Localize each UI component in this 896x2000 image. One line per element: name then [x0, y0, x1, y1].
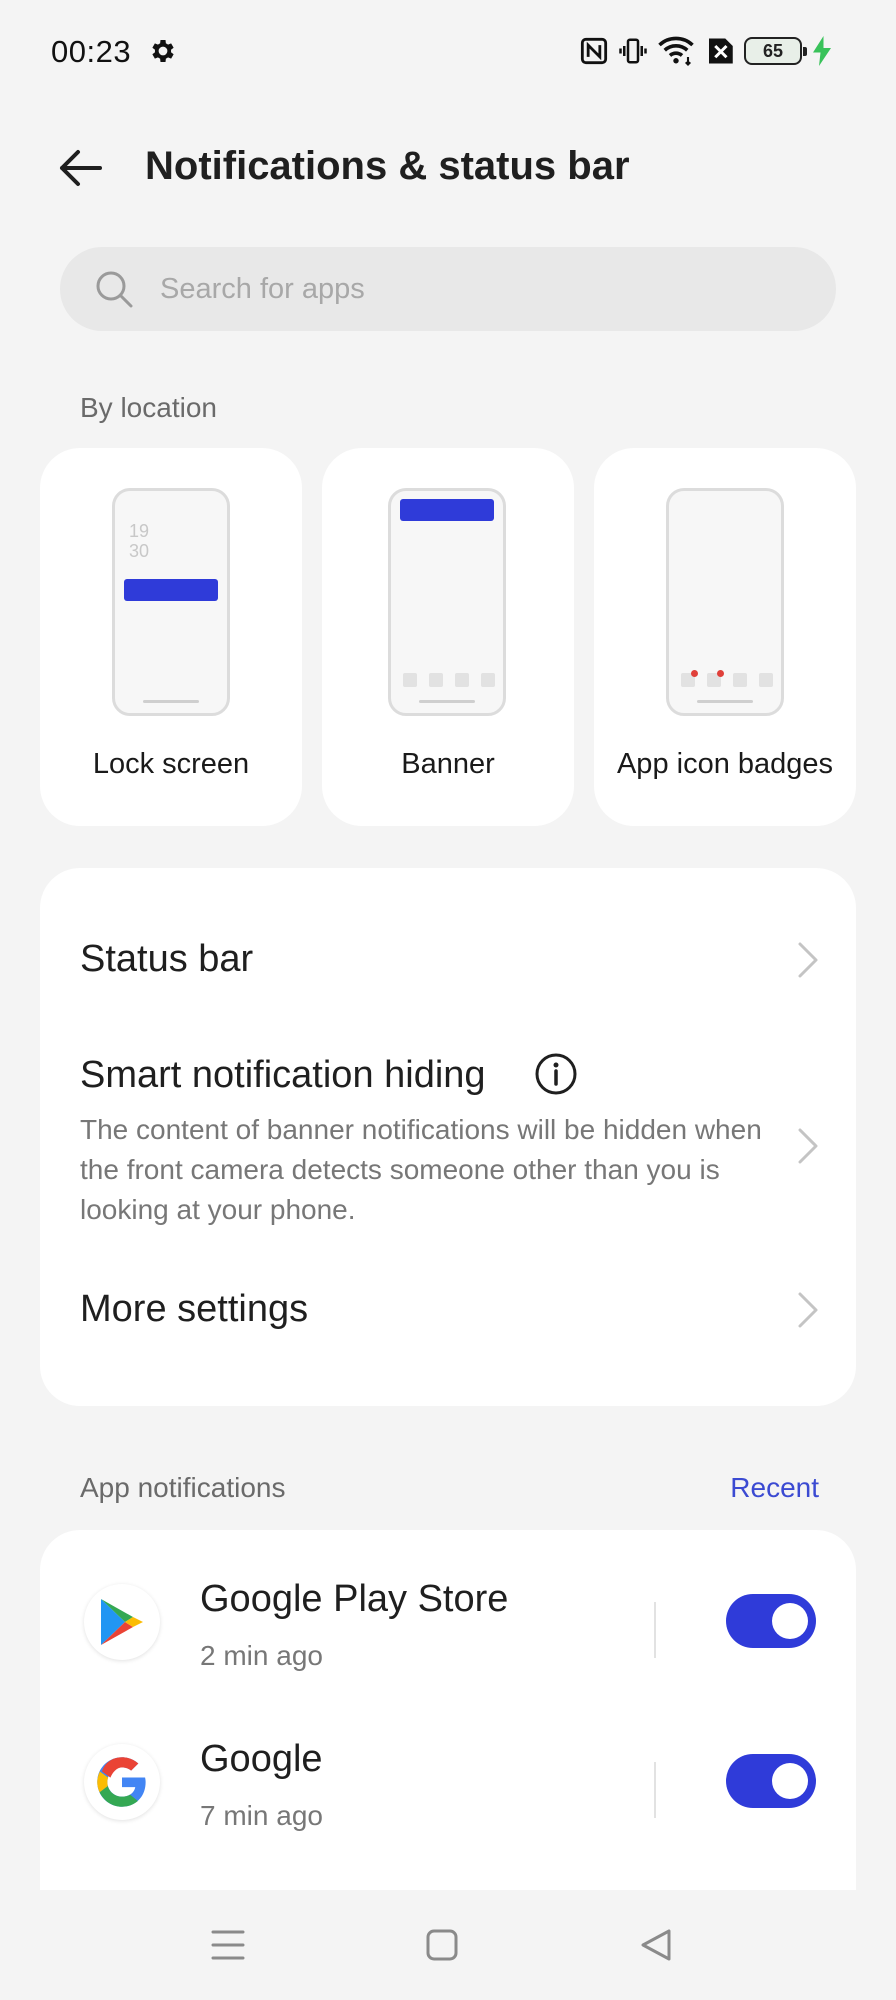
home-button[interactable]: [417, 1920, 467, 1970]
by-location-label: By location: [80, 392, 217, 423]
toggle-knob: [772, 1763, 808, 1799]
menu-icon: [211, 1930, 245, 1960]
banner-preview: [388, 488, 506, 716]
lock-screen-notification-bar: [124, 579, 218, 601]
smart-notification-hiding-description: The content of banner notifications will…: [80, 1114, 762, 1225]
settings-card: Status bar Smart notification hiding The…: [40, 868, 856, 1406]
info-icon[interactable]: [534, 1052, 578, 1096]
google-icon: [84, 1744, 160, 1820]
status-bar-setting[interactable]: Status bar: [40, 898, 856, 1018]
status-bar: 00:23 65: [0, 0, 896, 104]
banner-dock-icons: [403, 673, 495, 687]
badges-dock-icons: [681, 670, 773, 687]
smart-notification-hiding-title: Smart notification hiding: [80, 1054, 486, 1096]
app-notification-toggle[interactable]: [726, 1594, 816, 1648]
battery-icon: 65: [744, 37, 807, 65]
status-time: 00:23: [51, 34, 132, 69]
smart-notification-hiding-setting[interactable]: Smart notification hiding The content of…: [40, 1018, 856, 1228]
nfc-icon: [580, 37, 608, 65]
toggle-knob: [772, 1603, 808, 1639]
app-notifications-label: App notifications: [80, 1472, 286, 1503]
back-triangle-icon: [641, 1929, 671, 1961]
back-button[interactable]: [50, 138, 110, 198]
lock-screen-preview: 19 30: [112, 488, 230, 716]
app-last-notification-time: 7 min ago: [200, 1800, 323, 1831]
app-name: Google: [200, 1738, 323, 1780]
chevron-right-icon: [798, 942, 818, 978]
system-navigation-bar: [0, 1890, 896, 2000]
battery-level: 65: [762, 40, 784, 61]
app-notification-toggle[interactable]: [726, 1754, 816, 1808]
app-name: Google Play Store: [200, 1578, 509, 1620]
lock-screen-label: Lock screen: [92, 748, 250, 780]
app-icon-badges-label: App icon badges: [616, 748, 834, 780]
charging-icon: [813, 36, 831, 66]
banner-notification-bar: [400, 499, 494, 521]
search-input[interactable]: [160, 247, 800, 331]
app-last-notification-time: 2 min ago: [200, 1640, 323, 1671]
sim-off-icon: [709, 38, 733, 64]
google-play-store-icon: [84, 1584, 160, 1660]
location-card-app-icon-badges[interactable]: App icon badges: [594, 448, 856, 826]
app-row-google[interactable]: Google 7 min ago: [40, 1710, 856, 1870]
wifi-icon: [658, 36, 694, 66]
app-row-google-play-store[interactable]: Google Play Store 2 min ago: [40, 1550, 856, 1710]
app-header: Notifications & status bar: [0, 120, 896, 216]
location-card-lock-screen[interactable]: 19 30 Lock screen: [40, 448, 302, 826]
divider: [654, 1602, 656, 1658]
location-card-banner[interactable]: Banner: [322, 448, 574, 826]
page-title: Notifications & status bar: [145, 144, 630, 188]
back-arrow-icon: [60, 150, 102, 186]
back-nav-button[interactable]: [631, 1920, 681, 1970]
more-settings-setting[interactable]: More settings: [40, 1248, 856, 1368]
status-bar-title: Status bar: [80, 938, 254, 980]
app-icon-badges-preview: [666, 488, 784, 716]
divider: [654, 1762, 656, 1818]
banner-label: Banner: [401, 748, 495, 780]
chevron-right-icon: [798, 1128, 818, 1164]
vibrate-icon: [619, 38, 647, 64]
app-notifications-list: Google Play Store 2 min ago Google 7 min…: [40, 1530, 856, 1890]
lock-screen-clock: 19 30: [129, 521, 150, 561]
more-settings-title: More settings: [80, 1288, 309, 1330]
search-bar[interactable]: [60, 247, 836, 331]
recents-button[interactable]: [203, 1920, 253, 1970]
chevron-right-icon: [798, 1292, 818, 1328]
search-icon: [96, 271, 133, 308]
home-square-icon: [426, 1929, 458, 1961]
recent-sort-link[interactable]: Recent: [730, 1472, 819, 1504]
gear-icon: [152, 40, 174, 62]
